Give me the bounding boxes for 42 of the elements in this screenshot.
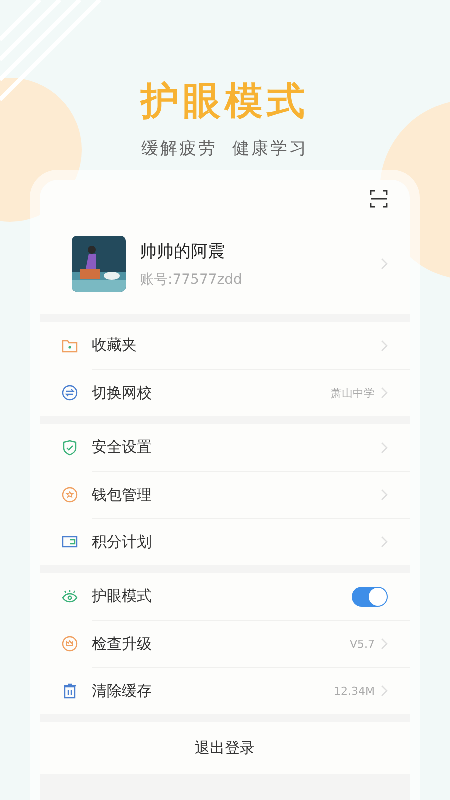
settings-row[interactable]: 收藏夹: [40, 322, 410, 369]
chevron-icon: [381, 638, 388, 650]
page-title: 护眼模式: [141, 78, 309, 125]
user-name: 帅帅的阿震: [140, 240, 226, 262]
settings-row[interactable]: 钱包管理: [40, 471, 410, 518]
row-label: 清除缓存: [92, 682, 153, 700]
settings-row[interactable]: 积分计划: [40, 518, 410, 565]
page-subtitle: 缓解疲劳 健康学习: [142, 138, 308, 160]
settings-row[interactable]: 检查升级 V5.7: [40, 620, 410, 667]
settings-row[interactable]: 护眼模式: [40, 573, 410, 620]
row-label: 切换网校: [92, 384, 153, 402]
chevron-icon: [381, 489, 388, 501]
settings-row[interactable]: 安全设置: [40, 424, 410, 471]
account-id: 账号:77577zdd: [140, 270, 244, 288]
chevron-icon: [381, 258, 388, 270]
row-label: 钱包管理: [92, 486, 153, 504]
trash-icon: [62, 682, 78, 698]
card-icon: [62, 534, 78, 550]
chevron-icon: [381, 442, 388, 454]
scan-icon[interactable]: [370, 190, 388, 208]
row-label: 收藏夹: [92, 336, 138, 355]
chevron-icon: [381, 387, 388, 399]
switch-icon: [62, 384, 78, 400]
folder-icon: [62, 338, 78, 354]
row-label: 安全设置: [92, 438, 153, 457]
row-value: 12.34M: [334, 684, 375, 698]
row-value: V5.7: [350, 638, 375, 650]
crown-badge-icon: [62, 636, 78, 652]
chevron-icon: [381, 536, 388, 548]
row-label: 护眼模式: [92, 587, 153, 606]
star-coin-icon: [62, 486, 78, 502]
shield-icon: [62, 440, 78, 456]
logout-button[interactable]: 退出登录: [40, 722, 410, 774]
settings-row[interactable]: 清除缓存 12.34M: [40, 667, 410, 714]
row-label: 积分计划: [92, 532, 153, 552]
chevron-icon: [381, 685, 388, 697]
row-label: 检查升级: [92, 634, 153, 654]
eye-icon: [62, 588, 78, 604]
row-value: 萧山中学: [331, 386, 375, 400]
toggle-switch[interactable]: [352, 586, 388, 606]
chevron-icon: [381, 340, 388, 352]
settings-row[interactable]: 切换网校 萧山中学: [40, 369, 410, 416]
